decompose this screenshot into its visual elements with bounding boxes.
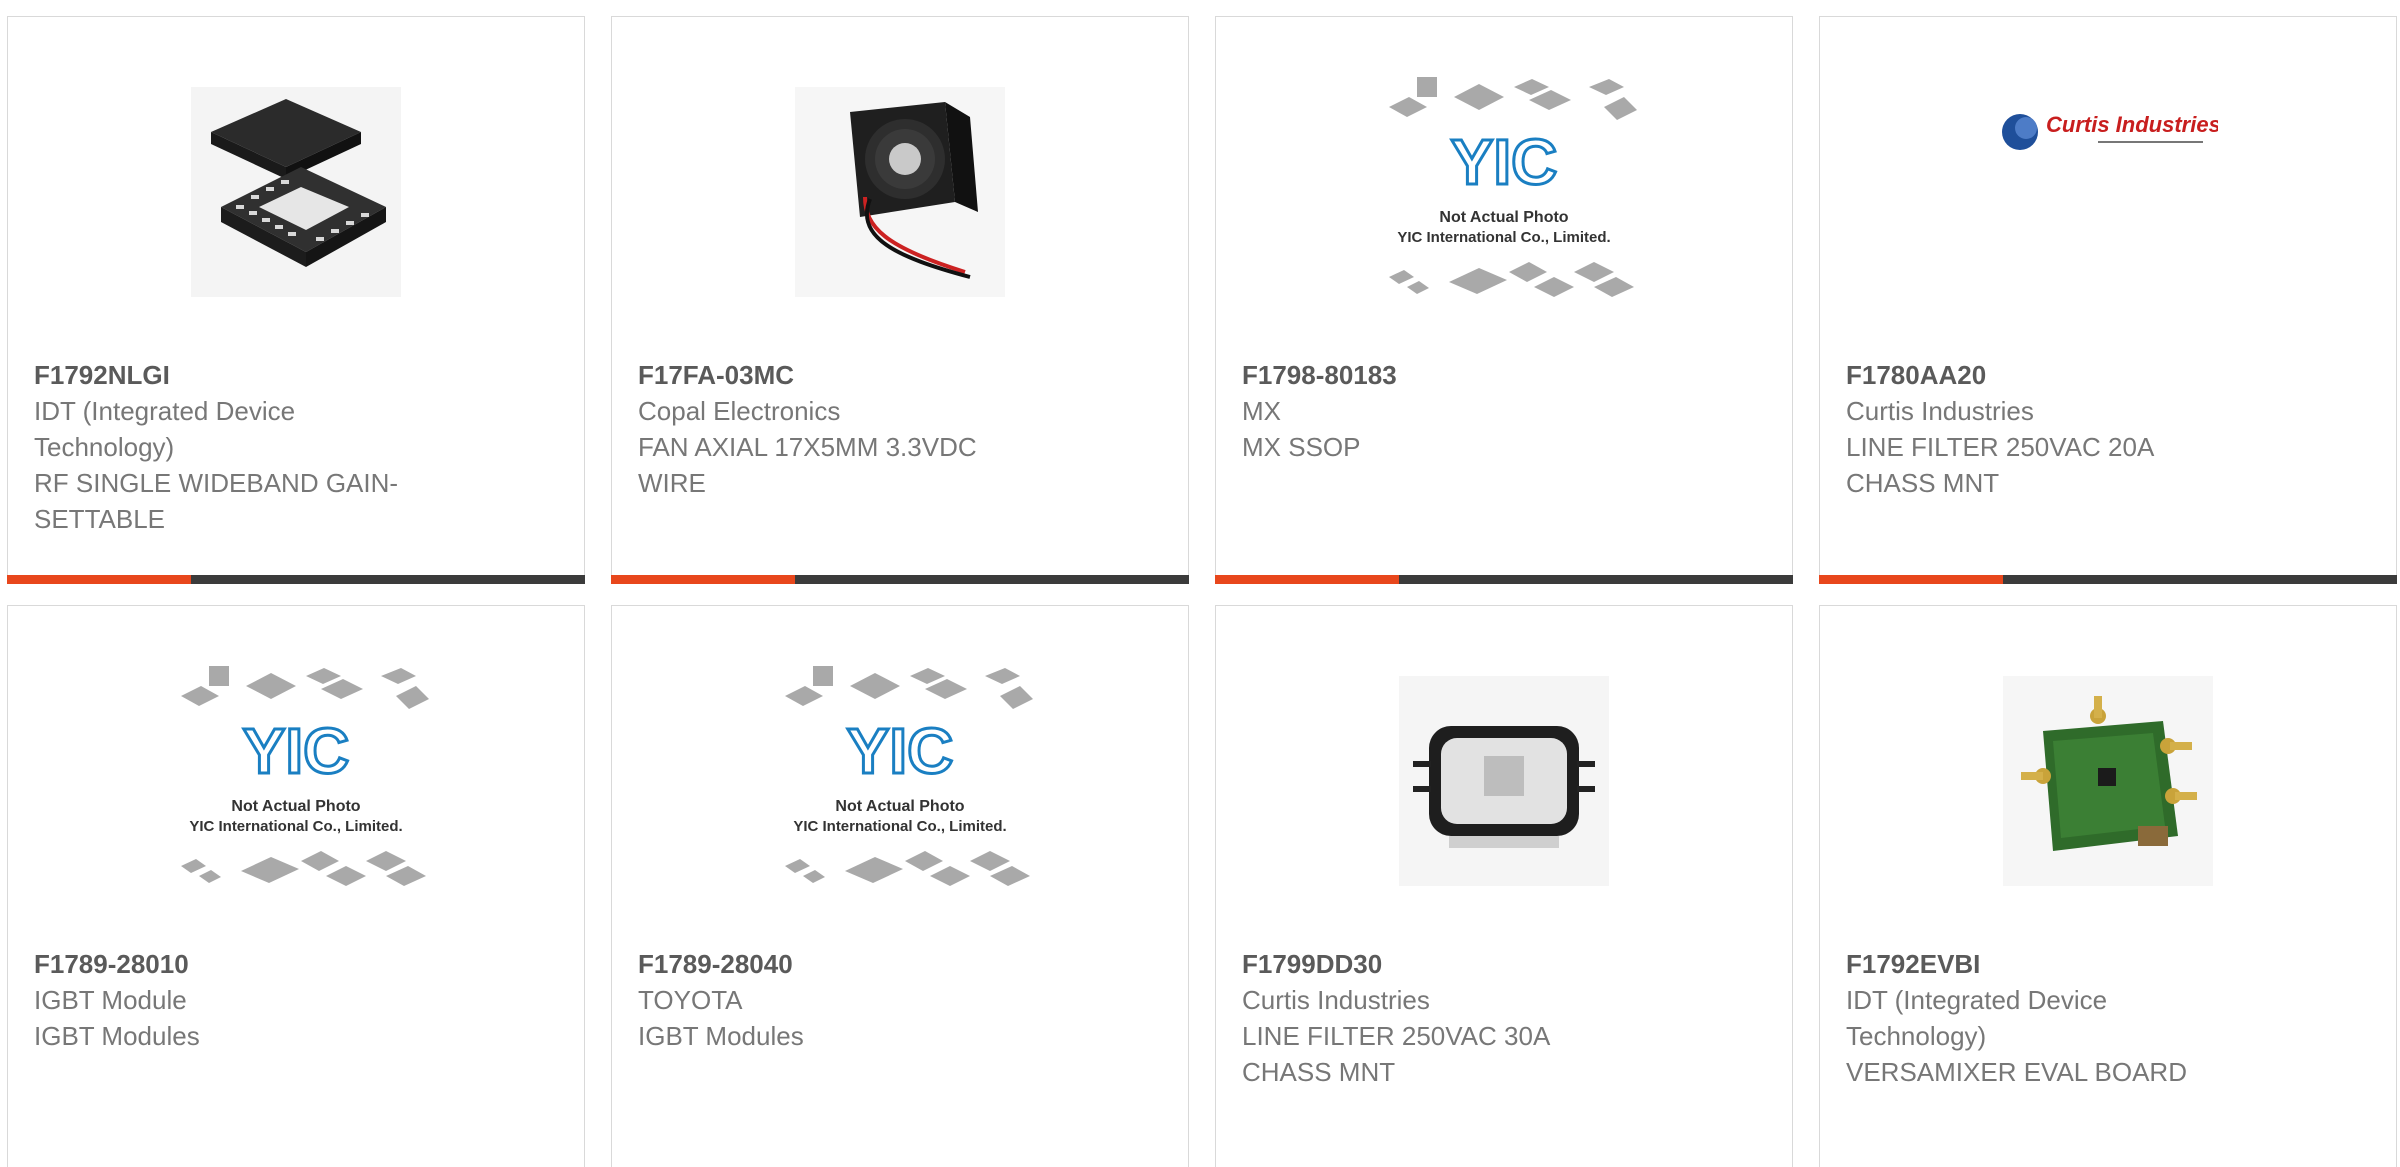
product-image[interactable] (612, 72, 1188, 312)
product-grid: F1792NLGI IDT (Integrated Device Technol… (0, 0, 2400, 1167)
placeholder-text: Not Actual Photo (1439, 209, 1568, 226)
placeholder-text: Not Actual Photo (231, 798, 360, 815)
card-bottom-bar (1215, 575, 1793, 584)
product-image[interactable]: YIC Not Actual Photo YIC International C… (612, 661, 1188, 901)
manufacturer: TOYOTA (638, 985, 743, 1015)
card-accent-bar (611, 575, 795, 584)
manufacturer: Technology) (34, 432, 175, 462)
manufacturer: Copal Electronics (638, 396, 841, 426)
curtis-logo-text: Curtis Industries (2046, 112, 2218, 137)
manufacturer: MX (1242, 396, 1281, 426)
description: CHASS MNT (1242, 1057, 1396, 1087)
manufacturer: Technology) (1846, 1021, 1987, 1051)
description: IGBT Modules (34, 1021, 200, 1051)
card-accent-bar (1819, 575, 2003, 584)
product-image[interactable] (1216, 661, 1792, 901)
product-card[interactable]: YIC Not Actual Photo YIC International C… (1215, 16, 1793, 584)
part-number[interactable]: F1792NLGI (34, 357, 558, 393)
description: VERSAMIXER EVAL BOARD (1846, 1057, 2187, 1087)
part-number[interactable]: F17FA-03MC (638, 357, 1162, 393)
description: LINE FILTER 250VAC 20A (1846, 432, 2155, 462)
card-accent-bar (1215, 575, 1399, 584)
product-card[interactable]: YIC Not Actual Photo YIC International C… (611, 605, 1189, 1167)
card-bottom-bar (7, 575, 585, 584)
description: CHASS MNT (1846, 468, 2000, 498)
placeholder-text: YIC International Co., Limited. (189, 818, 402, 835)
card-bottom-bar (611, 575, 1189, 584)
product-image[interactable] (1820, 661, 2396, 901)
product-card[interactable]: F1792NLGI IDT (Integrated Device Technol… (7, 16, 585, 584)
svg-text:YIC: YIC (243, 715, 350, 787)
yic-placeholder-icon: YIC Not Actual Photo YIC International C… (785, 666, 1033, 886)
curtis-logo-icon: Curtis Industries (2002, 112, 2218, 150)
product-image[interactable]: Curtis Industries (1820, 72, 2396, 342)
description: SETTABLE (34, 504, 166, 534)
eval-board-icon (2003, 676, 2213, 886)
description: LINE FILTER 250VAC 30A (1242, 1021, 1551, 1051)
part-number[interactable]: F1799DD30 (1242, 946, 1766, 982)
part-number[interactable]: F1789-28010 (34, 946, 558, 982)
line-filter-icon (1399, 676, 1609, 886)
description: FAN AXIAL 17X5MM 3.3VDC (638, 432, 977, 462)
manufacturer: IGBT Module (34, 985, 187, 1015)
card-bottom-bar (1819, 575, 2397, 584)
description: MX SSOP (1242, 432, 1361, 462)
placeholder-text: Not Actual Photo (835, 798, 964, 815)
product-image[interactable] (8, 72, 584, 312)
part-number[interactable]: F1798-80183 (1242, 357, 1766, 393)
part-number[interactable]: F1792EVBI (1846, 946, 2370, 982)
svg-text:YIC: YIC (847, 715, 954, 787)
product-card[interactable]: F1792EVBI IDT (Integrated Device Technol… (1819, 605, 2397, 1167)
product-card[interactable]: F1799DD30 Curtis Industries LINE FILTER … (1215, 605, 1793, 1167)
manufacturer: IDT (Integrated Device (1846, 985, 2108, 1015)
manufacturer: Curtis Industries (1846, 396, 2034, 426)
product-card[interactable]: Curtis Industries F1780AA20 Curtis Indus… (1819, 16, 2397, 584)
description: IGBT Modules (638, 1021, 804, 1051)
product-card[interactable]: F17FA-03MC Copal Electronics FAN AXIAL 1… (611, 16, 1189, 584)
manufacturer: IDT (Integrated Device (34, 396, 296, 426)
product-image[interactable]: YIC Not Actual Photo YIC International C… (1216, 72, 1792, 312)
placeholder-text: YIC International Co., Limited. (793, 818, 1006, 835)
description: RF SINGLE WIDEBAND GAIN- (34, 468, 399, 498)
yic-placeholder-icon: YIC Not Actual Photo YIC International C… (1389, 77, 1637, 297)
description: WIRE (638, 468, 706, 498)
card-accent-bar (7, 575, 191, 584)
qfn-chip-icon (191, 87, 401, 297)
product-card[interactable]: YIC Not Actual Photo YIC International C… (7, 605, 585, 1167)
placeholder-text: YIC International Co., Limited. (1397, 229, 1610, 246)
fan-icon (795, 87, 1005, 297)
part-number[interactable]: F1780AA20 (1846, 357, 2370, 393)
part-number[interactable]: F1789-28040 (638, 946, 1162, 982)
yic-placeholder-icon: YIC Not Actual Photo YIC International C… (181, 666, 429, 886)
svg-text:YIC: YIC (1451, 126, 1558, 198)
product-image[interactable]: YIC Not Actual Photo YIC International C… (8, 661, 584, 901)
manufacturer: Curtis Industries (1242, 985, 1430, 1015)
